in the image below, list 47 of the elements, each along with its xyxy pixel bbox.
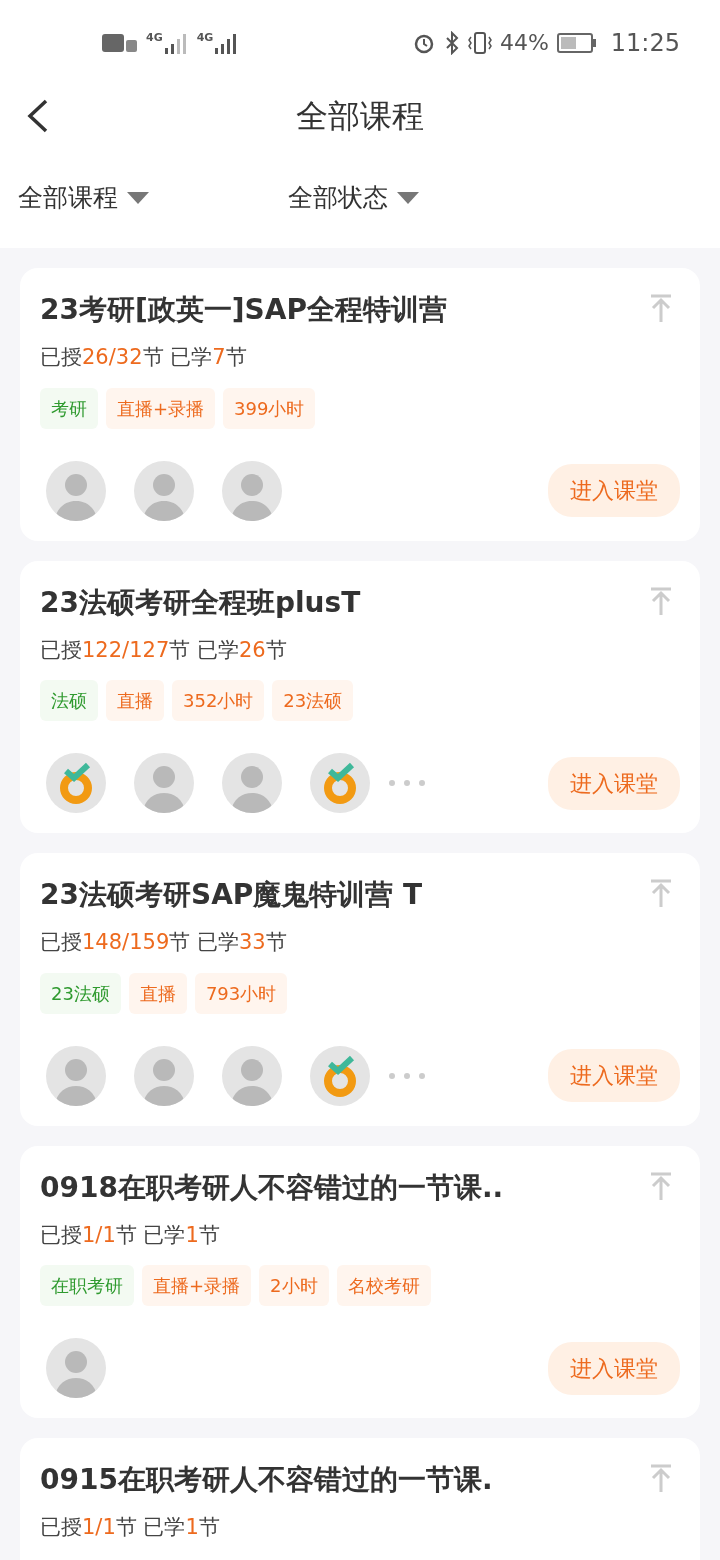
course-tag: 直播 bbox=[106, 680, 164, 721]
caret-icon bbox=[126, 190, 150, 205]
course-tag: 名校考研 bbox=[336, 1265, 431, 1306]
page-title: 全部课程 bbox=[296, 96, 424, 137]
bluetooth-icon bbox=[443, 30, 460, 55]
avatar-placeholder bbox=[46, 1338, 106, 1398]
course-title: 0915在职考研人不容错过的一节课. bbox=[40, 1462, 493, 1498]
progress-text: 已授148/159节 已学33节 bbox=[40, 929, 288, 956]
course-tag: 法硕 bbox=[40, 680, 98, 721]
vibrate-icon bbox=[467, 30, 492, 55]
progress-text: 已授122/127节 已学26节 bbox=[40, 636, 288, 664]
enter-classroom-button[interactable]: 进入课堂 bbox=[548, 1049, 680, 1102]
course-tag: 考研 bbox=[40, 387, 98, 429]
course-tag: 2小时 bbox=[259, 1265, 329, 1306]
course-tag: 在职考研 bbox=[40, 1265, 134, 1306]
battery-icon bbox=[556, 31, 597, 54]
course-tag: 23法硕 bbox=[40, 972, 121, 1014]
course-tag: 793小时 bbox=[194, 972, 288, 1014]
pin-top-icon bbox=[650, 1464, 672, 1492]
pin-top-icon bbox=[650, 586, 672, 615]
signal-icon bbox=[162, 31, 189, 54]
course-title: 23考研[政英一]SAP全程特训营 bbox=[40, 292, 447, 328]
course-title: 23法硕考研SAP魔鬼特训营 T bbox=[40, 877, 423, 913]
network-label: 4G bbox=[196, 31, 214, 43]
caret-icon bbox=[396, 190, 420, 205]
course-tag: 399小时 bbox=[223, 387, 316, 429]
filter-dropdown[interactable]: 全部状态 bbox=[288, 178, 558, 217]
pin-top-icon bbox=[650, 879, 672, 907]
enter-classroom-button[interactable]: 进入课堂 bbox=[548, 756, 680, 810]
enter-classroom-button[interactable]: 进入课堂 bbox=[548, 1341, 680, 1395]
network-label: 4G bbox=[146, 31, 163, 43]
course-tag: 直播 bbox=[128, 972, 187, 1014]
course-title: 23法硕考研全程班plusT bbox=[40, 584, 361, 621]
course-tag: 直播+录播 bbox=[106, 387, 216, 429]
battery-percent: 44% bbox=[499, 29, 549, 57]
progress-text: 已授26/32节 已学7节 bbox=[40, 344, 248, 371]
progress-text: 已授1/1节 已学1节 bbox=[40, 1221, 221, 1249]
progress-text: 已授1/1节 已学1节 bbox=[40, 1514, 221, 1541]
course-tag: 352小时 bbox=[172, 680, 265, 721]
clock-time: 11:25 bbox=[610, 27, 680, 59]
course-tag: 直播+录播 bbox=[142, 1265, 252, 1306]
pin-top-icon bbox=[650, 294, 672, 322]
pin-top-icon bbox=[650, 1171, 672, 1200]
filter-dropdown[interactable]: 全部课程 bbox=[18, 178, 288, 217]
course-tag: 23法硕 bbox=[272, 680, 354, 721]
course-title: 0918在职考研人不容错过的一节课.. bbox=[40, 1169, 504, 1206]
enter-classroom-button[interactable]: 进入课堂 bbox=[548, 464, 680, 517]
